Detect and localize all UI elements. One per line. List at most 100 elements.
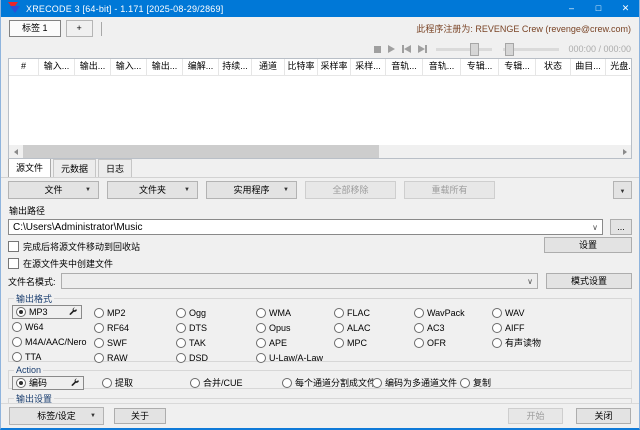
column-header-15[interactable]: 状态 (536, 59, 571, 75)
radio-icon[interactable] (414, 323, 424, 333)
radio-icon[interactable] (176, 338, 186, 348)
format-option-ape[interactable]: APE (256, 335, 334, 350)
volume-slider-thumb[interactable] (505, 43, 514, 56)
format-option-ac3[interactable]: AC3 (414, 320, 492, 335)
radio-icon[interactable] (102, 378, 112, 388)
action-option-5[interactable]: 复制 (460, 375, 520, 390)
format-option-wma[interactable]: WMA (256, 305, 334, 320)
utility-menu-button[interactable]: 实用程序▼ (206, 181, 297, 199)
column-header-14[interactable]: 专辑... (499, 59, 536, 75)
radio-icon[interactable] (414, 338, 424, 348)
maximize-button[interactable]: □ (585, 0, 612, 17)
file-list[interactable]: #输入...输出...输入...输出...编解...持续...通道比特率采样率采… (8, 58, 632, 159)
radio-icon[interactable] (176, 308, 186, 318)
column-header-0[interactable]: # (9, 59, 39, 75)
chevron-down-icon[interactable]: ∨ (592, 223, 598, 232)
column-header-10[interactable]: 采样... (351, 59, 386, 75)
tags-settings-button[interactable]: 标签/设定▼ (9, 407, 104, 425)
column-header-9[interactable]: 采样率 (318, 59, 351, 75)
radio-icon[interactable] (492, 338, 502, 348)
format-option-aiff[interactable]: AIFF (492, 320, 588, 335)
stop-icon[interactable] (374, 46, 381, 53)
format-option-wavpack[interactable]: WavPack (414, 305, 492, 320)
radio-icon[interactable] (372, 378, 382, 388)
create-in-source-checkbox[interactable] (8, 258, 19, 269)
play-icon[interactable] (388, 45, 395, 53)
more-options-button[interactable]: ▼ (613, 181, 632, 199)
browse-button[interactable]: ... (610, 219, 632, 235)
format-option-rf64[interactable]: RF64 (94, 320, 176, 335)
column-header-6[interactable]: 持续... (219, 59, 252, 75)
format-option-wav[interactable]: WAV (492, 305, 588, 320)
seek-slider[interactable] (436, 48, 492, 51)
radio-icon[interactable] (176, 323, 186, 333)
format-option-opus[interactable]: Opus (256, 320, 334, 335)
format-option-mp2[interactable]: MP2 (94, 305, 176, 320)
format-option-swf[interactable]: SWF (94, 335, 176, 350)
radio-icon[interactable] (414, 308, 424, 318)
view-tab-1[interactable]: 元数据 (53, 159, 96, 177)
format-option-mp3[interactable]: MP3 (12, 305, 82, 319)
file-menu-button[interactable]: 文件▼ (8, 181, 99, 199)
radio-icon[interactable] (256, 338, 266, 348)
radio-icon[interactable] (94, 338, 104, 348)
radio-icon[interactable] (16, 378, 26, 388)
chevron-down-icon[interactable]: ▼ (283, 182, 289, 198)
session-tab-1[interactable]: 标签 1 (9, 20, 61, 37)
radio-icon[interactable] (94, 308, 104, 318)
recycle-checkbox[interactable] (8, 241, 19, 252)
output-path-combobox[interactable]: C:\Users\Administrator\Music ∨ (8, 219, 603, 235)
action-option-2[interactable]: 合并/CUE (190, 375, 282, 390)
format-option-tta[interactable]: TTA (12, 349, 94, 364)
radio-icon[interactable] (12, 337, 22, 347)
radio-icon[interactable] (460, 378, 470, 388)
column-header-1[interactable]: 输入... (39, 59, 75, 75)
close-window-button[interactable]: 关闭 (576, 408, 631, 424)
format-option-c6r2[interactable]: 有声读物 (492, 335, 588, 350)
radio-icon[interactable] (12, 352, 22, 362)
action-option-0[interactable]: 编码 (12, 376, 84, 390)
scroll-left-arrow[interactable] (9, 145, 22, 158)
column-header-5[interactable]: 编解... (183, 59, 219, 75)
radio-icon[interactable] (176, 353, 186, 363)
format-option-mpc[interactable]: MPC (334, 335, 414, 350)
column-header-8[interactable]: 比特率 (285, 59, 318, 75)
format-option-u-law-a-law[interactable]: U-Law/A-Law (256, 350, 334, 365)
radio-icon[interactable] (334, 338, 344, 348)
horizontal-scrollbar[interactable] (9, 145, 631, 158)
radio-icon[interactable] (94, 353, 104, 363)
format-option-dts[interactable]: DTS (176, 320, 256, 335)
column-header-11[interactable]: 音轨... (386, 59, 423, 75)
radio-icon[interactable] (190, 378, 200, 388)
radio-icon[interactable] (334, 323, 344, 333)
scrollbar-thumb[interactable] (23, 145, 379, 158)
column-header-2[interactable]: 输出... (75, 59, 111, 75)
action-option-3[interactable]: 每个通道分割成文件 (282, 375, 372, 390)
chevron-down-icon[interactable]: ▼ (184, 182, 190, 198)
about-button[interactable]: 关于 (114, 408, 166, 424)
radio-icon[interactable] (12, 322, 22, 332)
format-option-dsd[interactable]: DSD (176, 350, 256, 365)
next-track-icon[interactable] (418, 45, 427, 53)
wrench-icon[interactable] (68, 307, 78, 317)
format-option-m4a-aac-nero[interactable]: M4A/AAC/Nero (12, 334, 94, 349)
minimize-button[interactable]: – (558, 0, 585, 17)
format-option-ogg[interactable]: Ogg (176, 305, 256, 320)
pattern-settings-button[interactable]: 模式设置 (546, 273, 632, 289)
format-option-flac[interactable]: FLAC (334, 305, 414, 320)
chevron-down-icon[interactable]: ▼ (90, 408, 96, 424)
folder-menu-button[interactable]: 文件夹▼ (107, 181, 198, 199)
filename-pattern-combobox[interactable]: ∨ (61, 273, 538, 289)
view-tab-2[interactable]: 日志 (98, 159, 132, 177)
start-button[interactable]: 开始 (508, 408, 563, 424)
volume-slider[interactable] (503, 48, 559, 51)
chevron-down-icon[interactable]: ∨ (527, 277, 533, 286)
radio-icon[interactable] (256, 323, 266, 333)
radio-icon[interactable] (256, 353, 266, 363)
scroll-right-arrow[interactable] (618, 145, 631, 158)
format-settings-button[interactable]: 设置 (544, 237, 632, 253)
column-header-3[interactable]: 输入... (111, 59, 147, 75)
previous-track-icon[interactable] (402, 45, 411, 53)
column-header-4[interactable]: 输出... (147, 59, 183, 75)
column-header-12[interactable]: 音轨... (423, 59, 461, 75)
